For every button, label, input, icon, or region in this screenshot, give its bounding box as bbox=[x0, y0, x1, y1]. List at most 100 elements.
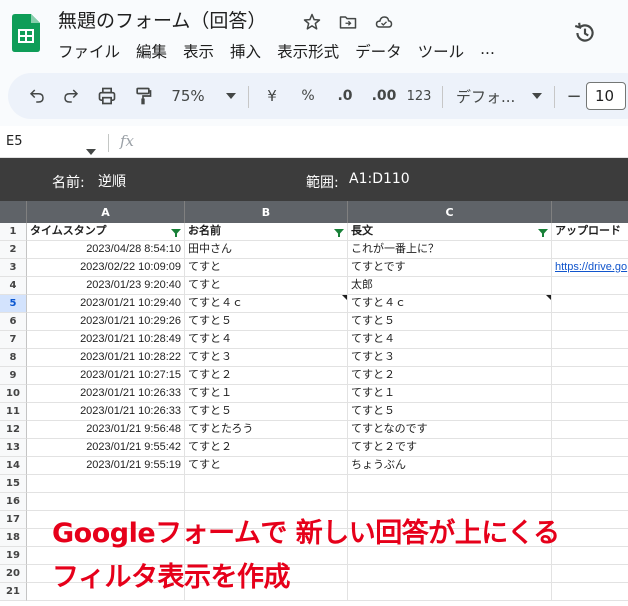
table-cell[interactable]: てすと４ｃ bbox=[348, 295, 552, 313]
table-cell[interactable]: 2023/01/23 9:20:40 bbox=[27, 277, 185, 295]
header-cell-name[interactable]: お名前 bbox=[185, 223, 348, 241]
table-cell[interactable]: 2023/01/21 9:55:19 bbox=[27, 457, 185, 475]
menu-file[interactable]: ファイル bbox=[58, 40, 120, 62]
move-folder-icon[interactable] bbox=[336, 10, 360, 34]
decrease-decimal-button[interactable]: .0 bbox=[330, 73, 360, 119]
row-header[interactable]: 21 bbox=[0, 583, 27, 601]
redo-icon[interactable] bbox=[58, 73, 84, 119]
name-box[interactable]: E5 bbox=[6, 134, 23, 149]
header-cell-long-text[interactable]: 長文 bbox=[348, 223, 552, 241]
table-cell[interactable] bbox=[185, 475, 348, 493]
table-cell[interactable]: てすと３ bbox=[185, 349, 348, 367]
table-cell[interactable] bbox=[552, 421, 628, 439]
row-header[interactable]: 13 bbox=[0, 439, 27, 457]
table-cell[interactable]: てすとたろう bbox=[185, 421, 348, 439]
table-cell[interactable]: てすと２ bbox=[348, 367, 552, 385]
table-cell[interactable]: 2023/01/21 9:56:48 bbox=[27, 421, 185, 439]
table-cell[interactable]: 2023/01/21 10:26:33 bbox=[27, 403, 185, 421]
version-history-icon[interactable] bbox=[572, 20, 598, 46]
row-header[interactable]: 9 bbox=[0, 367, 27, 385]
table-cell[interactable]: 2023/01/21 9:55:42 bbox=[27, 439, 185, 457]
row-header[interactable]: 7 bbox=[0, 331, 27, 349]
column-header-d[interactable] bbox=[552, 201, 628, 223]
table-cell[interactable] bbox=[552, 241, 628, 259]
table-cell[interactable]: 2023/04/28 8:54:10 bbox=[27, 241, 185, 259]
table-cell[interactable]: てすとです bbox=[348, 259, 552, 277]
row-header[interactable]: 16 bbox=[0, 493, 27, 511]
number-format-button[interactable]: 123 bbox=[406, 73, 432, 119]
table-cell[interactable]: 2023/01/21 10:29:40 bbox=[27, 295, 185, 313]
row-header[interactable]: 5 bbox=[0, 295, 27, 313]
row-header[interactable]: 17 bbox=[0, 511, 27, 529]
table-cell[interactable]: てすと５ bbox=[348, 313, 552, 331]
table-cell[interactable]: てすと１ bbox=[348, 385, 552, 403]
row-header[interactable]: 11 bbox=[0, 403, 27, 421]
table-cell[interactable] bbox=[552, 583, 628, 601]
menu-more[interactable]: ... bbox=[480, 40, 495, 62]
table-cell[interactable]: 2023/01/21 10:29:26 bbox=[27, 313, 185, 331]
table-cell[interactable] bbox=[552, 529, 628, 547]
document-title[interactable]: 無題のフォーム（回答） bbox=[58, 6, 266, 33]
font-family-select[interactable]: デフォ... bbox=[456, 73, 520, 119]
table-cell[interactable] bbox=[552, 493, 628, 511]
table-cell[interactable] bbox=[552, 367, 628, 385]
table-cell[interactable]: 2023/01/21 10:27:15 bbox=[27, 367, 185, 385]
table-cell[interactable] bbox=[552, 331, 628, 349]
table-cell[interactable] bbox=[552, 277, 628, 295]
font-caret-icon[interactable] bbox=[530, 73, 544, 119]
table-cell[interactable]: てすと bbox=[185, 457, 348, 475]
table-cell[interactable]: https://drive.go bbox=[552, 259, 628, 277]
table-cell[interactable]: 2023/01/21 10:28:49 bbox=[27, 331, 185, 349]
row-header[interactable]: 4 bbox=[0, 277, 27, 295]
print-icon[interactable] bbox=[94, 73, 120, 119]
table-cell[interactable]: てすと bbox=[185, 259, 348, 277]
table-cell[interactable] bbox=[27, 475, 185, 493]
menu-data[interactable]: データ bbox=[355, 40, 402, 62]
star-icon[interactable] bbox=[300, 10, 324, 34]
table-cell[interactable] bbox=[552, 295, 628, 313]
row-header[interactable]: 14 bbox=[0, 457, 27, 475]
table-cell[interactable]: てすとなのです bbox=[348, 421, 552, 439]
table-cell[interactable] bbox=[348, 493, 552, 511]
row-header[interactable]: 6 bbox=[0, 313, 27, 331]
table-cell[interactable] bbox=[552, 547, 628, 565]
menu-view[interactable]: 表示 bbox=[183, 40, 214, 62]
column-header-a[interactable]: A bbox=[27, 201, 185, 223]
table-cell[interactable] bbox=[552, 511, 628, 529]
table-cell[interactable] bbox=[348, 583, 552, 601]
sheets-logo-icon[interactable] bbox=[12, 14, 40, 52]
table-cell[interactable]: てすと４ｃ bbox=[185, 295, 348, 313]
row-header[interactable]: 20 bbox=[0, 565, 27, 583]
table-cell[interactable] bbox=[552, 457, 628, 475]
select-all-corner[interactable] bbox=[0, 201, 27, 223]
table-cell[interactable]: てすと５ bbox=[348, 403, 552, 421]
percent-format-button[interactable]: % bbox=[300, 73, 316, 119]
table-cell[interactable]: てすと２ bbox=[185, 439, 348, 457]
table-cell[interactable] bbox=[552, 475, 628, 493]
table-cell[interactable]: てすと bbox=[185, 277, 348, 295]
row-header[interactable]: 15 bbox=[0, 475, 27, 493]
table-cell[interactable]: ちょうぶん bbox=[348, 457, 552, 475]
zoom-caret-icon[interactable] bbox=[224, 73, 238, 119]
menu-format[interactable]: 表示形式 bbox=[277, 40, 339, 62]
header-cell-timestamp[interactable]: タイムスタンプ bbox=[27, 223, 185, 241]
table-cell[interactable]: 2023/02/22 10:09:09 bbox=[27, 259, 185, 277]
table-cell[interactable]: てすと１ bbox=[185, 385, 348, 403]
filter-icon[interactable] bbox=[171, 227, 181, 237]
table-cell[interactable]: 2023/01/21 10:28:22 bbox=[27, 349, 185, 367]
table-cell[interactable] bbox=[348, 565, 552, 583]
table-cell[interactable]: 2023/01/21 10:26:33 bbox=[27, 385, 185, 403]
table-cell[interactable]: てすと３ bbox=[348, 349, 552, 367]
row-header[interactable]: 10 bbox=[0, 385, 27, 403]
table-cell[interactable]: てすと２です bbox=[348, 439, 552, 457]
increase-decimal-button[interactable]: .00 bbox=[368, 73, 400, 119]
table-cell[interactable] bbox=[185, 493, 348, 511]
table-cell[interactable] bbox=[552, 349, 628, 367]
row-header[interactable]: 8 bbox=[0, 349, 27, 367]
paint-format-icon[interactable] bbox=[130, 73, 156, 119]
menu-edit[interactable]: 編集 bbox=[136, 40, 167, 62]
row-header[interactable]: 1 bbox=[0, 223, 27, 241]
table-cell[interactable] bbox=[348, 475, 552, 493]
table-cell[interactable]: てすと５ bbox=[185, 313, 348, 331]
name-box-caret-icon[interactable] bbox=[86, 140, 96, 159]
